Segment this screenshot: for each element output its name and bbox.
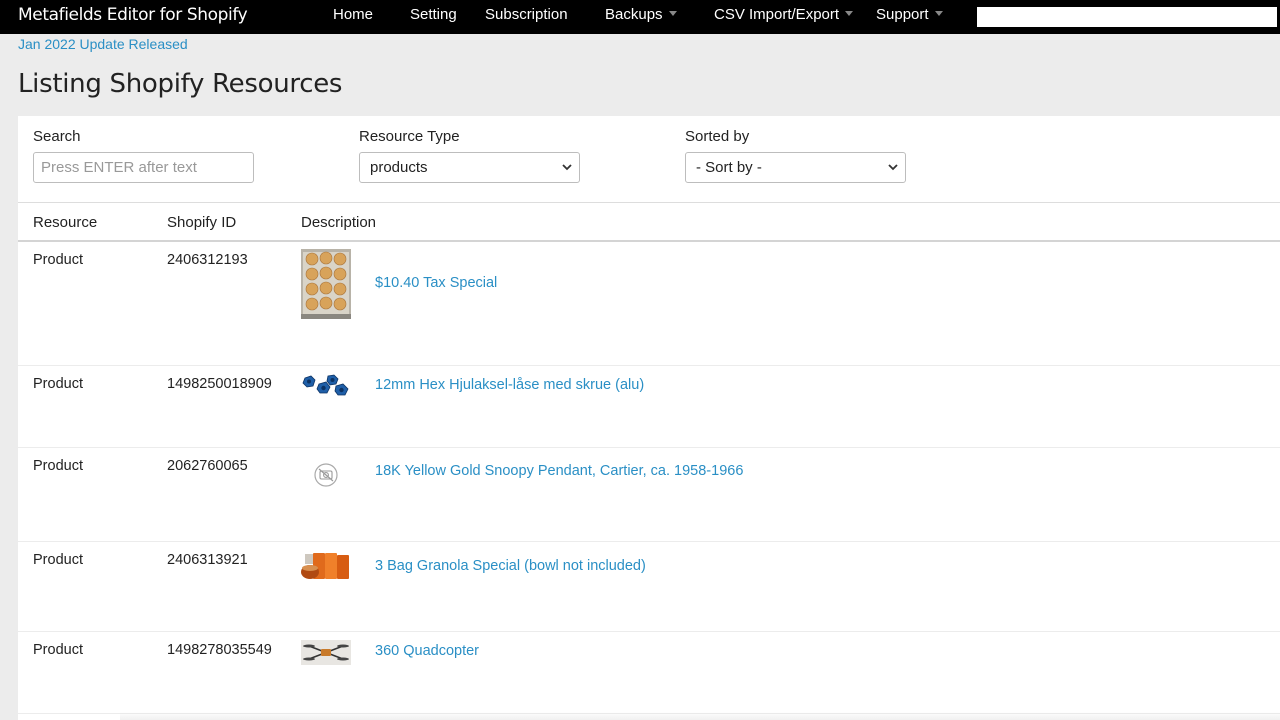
chevron-down-icon <box>562 164 572 171</box>
column-header-resource: Resource <box>33 214 98 231</box>
no-image-icon <box>301 462 351 488</box>
sort-by-select[interactable]: - Sort by - <box>685 152 906 183</box>
row-shopify-id: 2062760065 <box>167 458 248 474</box>
search-label: Search <box>33 128 81 145</box>
update-released-link[interactable]: Jan 2022 Update Released <box>18 36 188 52</box>
nav-support-label: Support <box>876 6 929 23</box>
resource-type-label: Resource Type <box>359 128 460 145</box>
table-row: Product 1498278035549 360 Quadcopter <box>18 632 1280 714</box>
caret-down-icon <box>845 10 854 16</box>
table-row: Product 1498250018909 12mm Hex Hjulaksel… <box>18 366 1280 448</box>
nav-csv-label: CSV Import/Export <box>714 6 840 23</box>
row-shopify-id: 1498250018909 <box>167 376 272 392</box>
nav-home-label: Home <box>333 6 374 23</box>
bottom-shadow <box>120 712 1280 720</box>
row-description-link[interactable]: 12mm Hex Hjulaksel-låse med skrue (alu) <box>375 377 644 393</box>
app-brand[interactable]: Metafields Editor for Shopify <box>18 5 248 25</box>
table-row: Product 2062760065 18K Yellow Gold Snoop… <box>18 448 1280 542</box>
table-row: Product 2406312193 $10.40 Tax Special <box>18 242 1280 366</box>
row-shopify-id: 2406312193 <box>167 252 248 268</box>
column-header-shopify-id: Shopify ID <box>167 214 237 231</box>
nav-backups-label: Backups <box>605 6 663 23</box>
column-header-description: Description <box>301 214 377 231</box>
row-resource: Product <box>33 252 83 268</box>
nav-csv-import-export[interactable]: CSV Import/Export <box>714 6 854 23</box>
row-resource: Product <box>33 458 83 474</box>
quadcopter-image[interactable] <box>301 640 351 665</box>
caret-down-icon <box>668 10 677 16</box>
sorted-by-label: Sorted by <box>685 128 750 145</box>
resources-panel: Search Resource Type products Sorted by … <box>18 116 1280 720</box>
search-input[interactable] <box>33 152 254 183</box>
nav-support[interactable]: Support <box>876 6 943 23</box>
page-title: Listing Shopify Resources <box>18 69 343 99</box>
nav-search-input[interactable] <box>977 7 1277 27</box>
row-description-link[interactable]: $10.40 Tax Special <box>375 275 497 291</box>
row-resource: Product <box>33 376 83 392</box>
row-shopify-id: 2406313921 <box>167 552 248 568</box>
resource-type-select[interactable]: products <box>359 152 580 183</box>
top-navbar: Metafields Editor for Shopify Home Setti… <box>0 0 1280 34</box>
filters-divider <box>18 202 1280 203</box>
blue-hex-nuts-image[interactable] <box>301 374 351 400</box>
nav-setting-label: Setting <box>410 6 457 23</box>
table-row: Product 2406313921 3 Bag Granola Special… <box>18 542 1280 632</box>
nav-setting[interactable]: Setting <box>410 6 457 23</box>
row-description-link[interactable]: 3 Bag Granola Special (bowl not included… <box>375 558 646 574</box>
resource-type-value: products <box>370 159 428 176</box>
row-description-link[interactable]: 18K Yellow Gold Snoopy Pendant, Cartier,… <box>375 463 743 479</box>
nav-subscription-label: Subscription <box>485 6 568 23</box>
sort-by-value: - Sort by - <box>696 159 762 176</box>
caret-down-icon <box>934 10 943 16</box>
cookies-tray-image[interactable] <box>301 249 351 319</box>
nav-subscription[interactable]: Subscription <box>485 6 568 23</box>
row-description-link[interactable]: 360 Quadcopter <box>375 643 479 659</box>
chevron-down-icon <box>888 164 898 171</box>
row-resource: Product <box>33 552 83 568</box>
row-shopify-id: 1498278035549 <box>167 642 272 658</box>
granola-bags-image[interactable] <box>301 550 351 584</box>
row-resource: Product <box>33 642 83 658</box>
nav-backups[interactable]: Backups <box>605 6 677 23</box>
nav-home[interactable]: Home <box>333 6 373 23</box>
